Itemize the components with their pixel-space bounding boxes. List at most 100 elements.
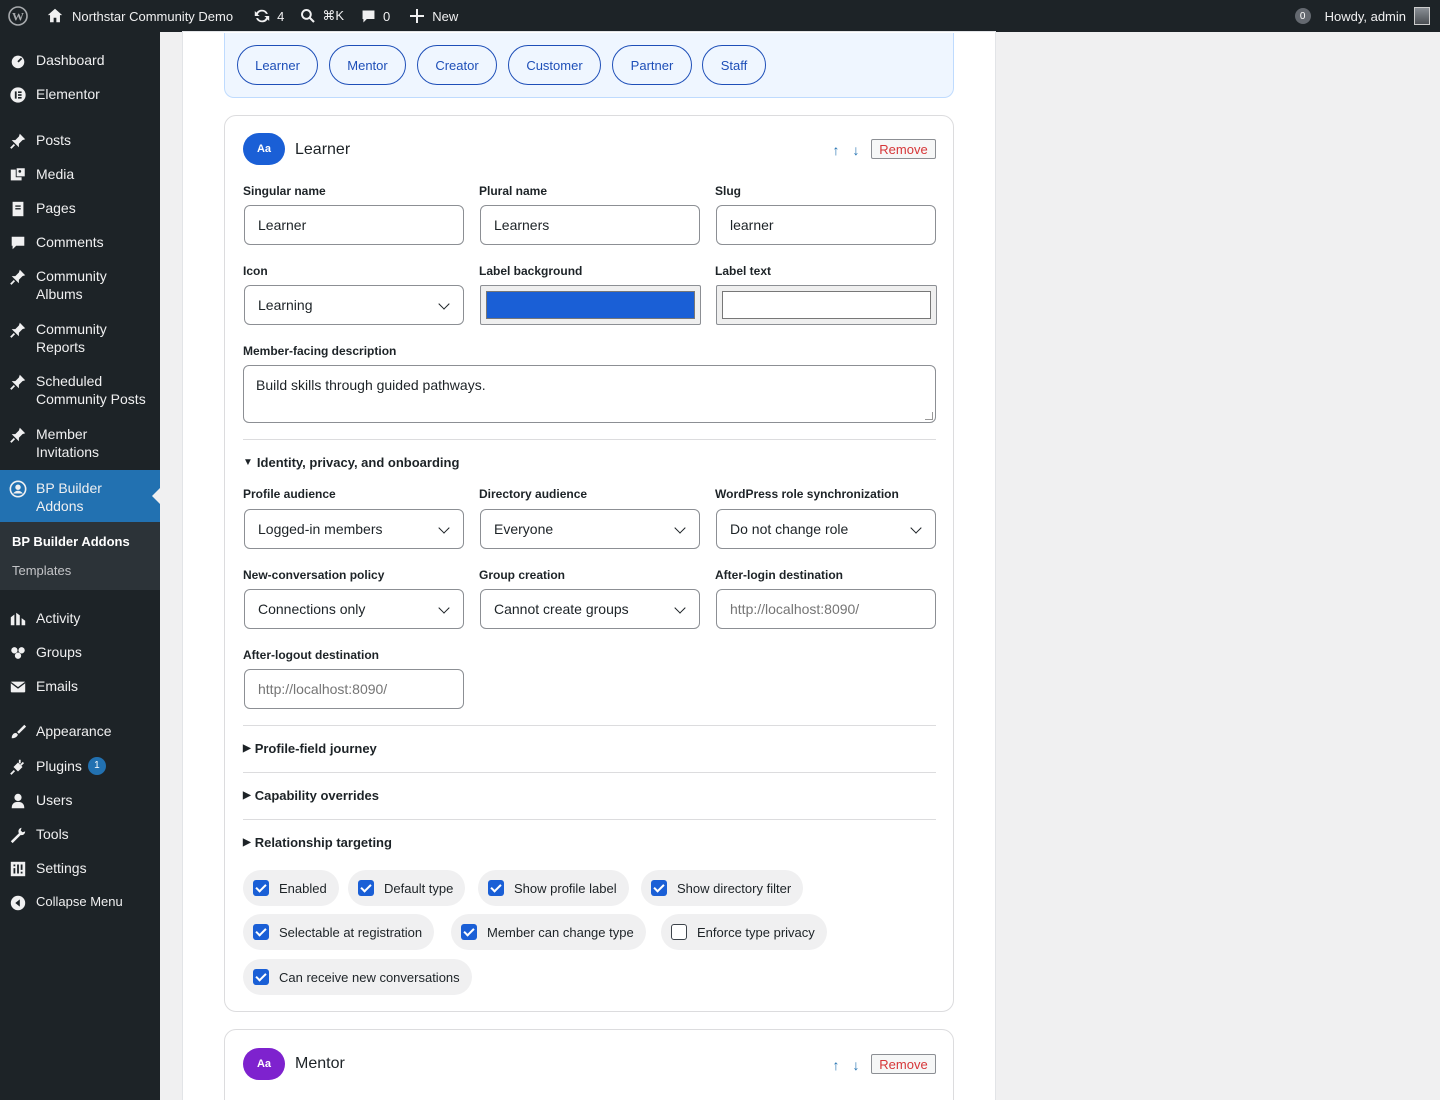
new-content-link[interactable]: New (402, 0, 466, 32)
description-label: Member-facing description (243, 344, 397, 358)
search-link[interactable]: ⌘K (292, 0, 352, 32)
move-up-icon[interactable]: ↑ (829, 143, 843, 157)
can-receive-conversations-checkbox[interactable]: Can receive new conversations (243, 959, 472, 995)
sidebar-item-users[interactable]: Users (0, 791, 160, 811)
sidebar-item-groups[interactable]: Groups (0, 643, 160, 663)
sidebar-item-label: Tools (36, 826, 69, 842)
tab-creator[interactable]: Creator (417, 45, 497, 85)
member-can-change-type-checkbox[interactable]: Member can change type (451, 914, 646, 950)
move-down-icon[interactable]: ↓ (849, 143, 863, 157)
sidebar-item-pages[interactable]: Pages (0, 199, 160, 219)
after-logout-label: After-logout destination (243, 648, 379, 662)
site-name-link[interactable]: Northstar Community Demo (38, 0, 241, 32)
role-sync-select[interactable]: Do not change role (716, 509, 936, 549)
checkbox-label: Show directory filter (677, 880, 792, 896)
relationship-targeting-toggle[interactable]: ▶ Relationship targeting (243, 835, 392, 850)
avatar[interactable] (1414, 7, 1430, 25)
submenu-item-templates[interactable]: Templates (0, 556, 160, 585)
section-title: Capability overrides (254, 788, 379, 803)
tab-mentor[interactable]: Mentor (329, 45, 406, 85)
enforce-type-privacy-checkbox[interactable]: Enforce type privacy (661, 914, 827, 950)
divider (243, 819, 936, 820)
notification-count[interactable]: 0 (1294, 8, 1311, 24)
section-title: Relationship targeting (254, 835, 392, 850)
group-creation-select[interactable]: Cannot create groups (480, 589, 700, 629)
sidebar-item-emails[interactable]: Emails (0, 677, 160, 697)
plural-name-input[interactable]: Learners (480, 205, 700, 245)
tab-customer[interactable]: Customer (508, 45, 601, 85)
sidebar-item-plugins[interactable]: Plugins 1 (0, 757, 160, 777)
sidebar-item-bp-builder-addons[interactable]: BP Builder Addons (0, 470, 160, 522)
remove-button[interactable]: Remove (871, 139, 936, 159)
checkbox-icon (358, 880, 374, 896)
media-icon (8, 165, 28, 185)
profile-audience-select[interactable]: Logged-in members (244, 509, 464, 549)
plural-name-label: Plural name (479, 184, 548, 198)
after-login-input[interactable]: http://localhost:8090/ (716, 589, 936, 629)
sidebar-item-elementor[interactable]: Elementor (0, 85, 160, 105)
label-background-color-picker[interactable] (480, 285, 701, 325)
directory-audience-select[interactable]: Everyone (480, 509, 700, 549)
sidebar-item-member-invitations[interactable]: Member Invitations (0, 425, 160, 463)
description-textarea[interactable]: Build skills through guided pathways. (243, 365, 936, 423)
tab-staff[interactable]: Staff (702, 45, 766, 85)
after-login-label: After-login destination (715, 568, 843, 582)
caret-right-icon: ▶ (243, 743, 251, 754)
updates-count: 4 (277, 8, 285, 24)
sidebar-item-comments[interactable]: Comments (0, 233, 160, 253)
singular-name-input[interactable]: Learner (244, 205, 464, 245)
sidebar-item-label: Posts (36, 132, 72, 148)
conversation-policy-label: New-conversation policy (243, 568, 385, 582)
label-text-color-picker[interactable] (716, 285, 937, 325)
resize-handle-icon[interactable] (925, 412, 933, 420)
sidebar-item-community-reports[interactable]: Community Reports (0, 320, 160, 358)
profile-field-journey-toggle[interactable]: ▶ Profile-field journey (243, 741, 377, 756)
sidebar-item-collapse-menu[interactable]: Collapse Menu (0, 893, 160, 913)
identity-section-toggle[interactable]: ▼ Identity, privacy, and onboarding (243, 455, 459, 470)
sidebar-item-scheduled-community-posts[interactable]: Scheduled Community Posts (0, 372, 160, 410)
sidebar-item-appearance[interactable]: Appearance (0, 722, 160, 742)
submenu-item-bp-builder-addons[interactable]: BP Builder Addons (0, 527, 160, 556)
enabled-checkbox[interactable]: Enabled (243, 870, 339, 906)
sidebar-item-activity[interactable]: Activity (0, 609, 160, 629)
move-down-icon[interactable]: ↓ (849, 1058, 863, 1072)
caret-right-icon: ▶ (243, 790, 251, 801)
slug-input[interactable]: learner (716, 205, 936, 245)
sidebar-item-media[interactable]: Media (0, 165, 160, 185)
after-logout-input[interactable]: http://localhost:8090/ (244, 669, 464, 709)
comments-link[interactable]: 0 (352, 0, 398, 32)
show-directory-filter-checkbox[interactable]: Show directory filter (641, 870, 804, 906)
sidebar-item-settings[interactable]: Settings (0, 859, 160, 879)
home-icon (47, 8, 63, 23)
move-up-icon[interactable]: ↑ (829, 1058, 843, 1072)
sidebar-item-tools[interactable]: Tools (0, 825, 160, 845)
tab-learner[interactable]: Learner (237, 45, 318, 85)
label-background-swatch (486, 291, 695, 319)
checkbox-icon (671, 924, 687, 940)
sidebar-item-label: Emails (36, 678, 79, 694)
sidebar-item-posts[interactable]: Posts (0, 131, 160, 151)
icon-select[interactable]: Learning (244, 285, 464, 325)
capability-overrides-toggle[interactable]: ▶ Capability overrides (243, 788, 379, 803)
buddypress-icon (8, 479, 28, 499)
collapse-icon (8, 893, 28, 913)
sidebar-item-dashboard[interactable]: Dashboard (0, 51, 160, 71)
sidebar-item-community-albums[interactable]: Community Albums (0, 267, 160, 305)
comment-icon (8, 233, 28, 253)
conversation-policy-select[interactable]: Connections only (244, 589, 464, 629)
sidebar-item-label: Activity (36, 610, 81, 626)
show-profile-label-checkbox[interactable]: Show profile label (478, 870, 629, 906)
remove-button[interactable]: Remove (871, 1054, 936, 1074)
wrench-icon (8, 825, 28, 845)
label-background-label: Label background (479, 264, 583, 278)
updates-link[interactable]: 4 (245, 0, 292, 32)
default-type-checkbox[interactable]: Default type (348, 870, 466, 906)
tab-partner[interactable]: Partner (612, 45, 692, 85)
search-shortcut: ⌘K (322, 8, 345, 23)
selectable-at-registration-checkbox[interactable]: Selectable at registration (243, 914, 435, 950)
checkbox-label: Enabled (279, 880, 327, 896)
search-icon (301, 9, 316, 23)
wordpress-logo-icon[interactable]: W (0, 0, 38, 32)
icon-label: Icon (243, 264, 268, 278)
howdy-text[interactable]: Howdy, admin (1325, 9, 1406, 24)
